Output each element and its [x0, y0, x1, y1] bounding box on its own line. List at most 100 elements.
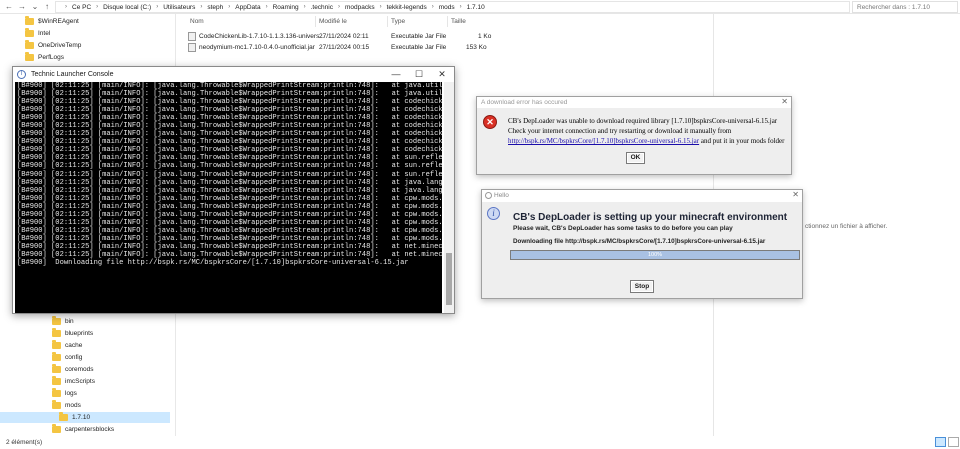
console-line: [B#900] [02:11:25] [main/INFO]: [java.la…: [17, 138, 442, 147]
breadcrumb-item[interactable]: tekkit-legends: [387, 4, 427, 11]
breadcrumb-item[interactable]: Ce PC: [72, 4, 91, 11]
file-row[interactable]: CodeChickenLib-1.7.10-1.1.3.136-univers.…: [188, 31, 708, 42]
tiles-view-icon[interactable]: [948, 437, 959, 447]
breadcrumb-separator-icon: ›: [337, 4, 340, 10]
breadcrumb-item[interactable]: Roaming: [273, 4, 299, 11]
nav-folder-item[interactable]: mods: [0, 400, 170, 411]
folder-icon: [59, 412, 68, 421]
console-line: [B#900] Downloading file http://bspk.rs/…: [17, 259, 409, 268]
nav-folder-label: logs: [65, 390, 77, 397]
breadcrumb-item[interactable]: Utilisateurs: [163, 4, 195, 11]
nav-folder-label: mods: [65, 402, 81, 409]
deploader-progress-dialog: Hello ✕ i CB's DepLoader is setting up y…: [481, 189, 803, 299]
console-output[interactable]: [B#900] [02:11:25] [main/INFO]: [java.la…: [15, 82, 442, 313]
nav-folder-label: OneDriveTemp: [38, 42, 82, 49]
folder-icon: [52, 424, 61, 433]
column-header-row: Nom Modifié le Type Taille: [188, 16, 708, 28]
file-modified: 27/11/2024 02:11: [319, 33, 369, 40]
breadcrumb-separator-icon: ›: [379, 4, 382, 10]
ok-button[interactable]: OK: [626, 152, 645, 164]
breadcrumb-item[interactable]: steph: [207, 4, 223, 11]
file-size: 1 Ko: [478, 33, 492, 40]
folder-icon: [52, 352, 61, 361]
error-message-line: CB's DepLoader was unable to download re…: [508, 117, 778, 125]
search-input[interactable]: Rechercher dans : 1.7.10: [852, 1, 958, 13]
nav-folder-item[interactable]: Intel: [0, 28, 170, 39]
nav-folder-label: imcScripts: [65, 378, 95, 385]
nav-folder-item[interactable]: OneDriveTemp: [0, 40, 170, 51]
nav-folder-item[interactable]: PerfLogs: [0, 52, 170, 63]
console-line: [B#900] [02:11:25] [main/INFO]: [java.la…: [17, 186, 442, 195]
dialog-title[interactable]: A download error has occured: [477, 97, 791, 108]
dialog-heading: CB's DepLoader is setting up your minecr…: [513, 212, 788, 223]
forward-arrow-icon[interactable]: →: [17, 1, 27, 12]
nav-folder-item[interactable]: 1.7.10: [0, 412, 170, 423]
nav-folder-item[interactable]: carpentersblocks: [0, 424, 170, 435]
nav-folder-item[interactable]: logs: [0, 388, 170, 399]
folder-icon: [52, 376, 61, 385]
nav-folder-item[interactable]: imcScripts: [0, 376, 170, 387]
breadcrumb-item[interactable]: mods: [439, 4, 455, 11]
minimize-button[interactable]: —: [385, 67, 407, 82]
column-type[interactable]: Type: [391, 18, 405, 25]
back-arrow-icon[interactable]: ←: [4, 1, 14, 12]
nav-folder-item[interactable]: cache: [0, 340, 170, 351]
nav-folder-item[interactable]: bin: [0, 316, 170, 327]
breadcrumb-separator-icon: ›: [96, 4, 99, 10]
technic-logo-icon: T: [17, 70, 26, 79]
maximize-button[interactable]: ☐: [408, 67, 430, 82]
nav-folder-label: config: [65, 354, 83, 361]
folder-icon: [52, 328, 61, 337]
console-line: [B#900] [02:11:25] [main/INFO]: [java.la…: [17, 234, 442, 243]
breadcrumb-separator-icon: ›: [156, 4, 159, 10]
breadcrumb-item[interactable]: modpacks: [345, 4, 375, 11]
breadcrumb-separator-icon: ›: [431, 4, 434, 10]
progress-bar: 100%: [510, 250, 800, 260]
file-type: Executable Jar File: [391, 33, 447, 40]
console-line: [B#900] [02:11:25] [main/INFO]: [java.la…: [17, 178, 442, 187]
breadcrumb-item[interactable]: Disque local (C:): [103, 4, 151, 11]
file-name: CodeChickenLib-1.7.10-1.1.3.136-univers.…: [199, 33, 325, 40]
breadcrumb-item[interactable]: 1.7.10: [467, 4, 485, 11]
manual-download-link[interactable]: http://bspk.rs/MC/bspkrsCore/[1.7.10]bsp…: [508, 137, 699, 145]
stop-button[interactable]: Stop: [630, 280, 654, 293]
console-line: [B#900] [02:11:25] [main/INFO]: [java.la…: [17, 194, 442, 203]
close-icon[interactable]: ✕: [781, 97, 788, 106]
dialog-title[interactable]: Hello: [482, 190, 802, 202]
recent-locations-icon[interactable]: ⌄: [30, 1, 40, 12]
console-line: [B#900] [02:11:25] [main/INFO]: [java.la…: [17, 82, 442, 90]
error-message-line: http://bspk.rs/MC/bspkrsCore/[1.7.10]bsp…: [508, 137, 784, 145]
nav-folder-item[interactable]: coremods: [0, 364, 170, 375]
breadcrumb[interactable]: › Ce PC › Disque local (C:) › Utilisateurs › st…: [55, 1, 850, 13]
console-line: [B#900] [02:11:25] [main/INFO]: [java.la…: [17, 114, 442, 123]
breadcrumb-item[interactable]: AppData: [235, 4, 260, 11]
column-modified[interactable]: Modifié le: [319, 18, 347, 25]
console-line: [B#900] [02:11:25] [main/INFO]: [java.la…: [17, 90, 442, 99]
breadcrumb-item[interactable]: .technic: [311, 4, 333, 11]
folder-icon: [25, 52, 34, 61]
nav-folder-item[interactable]: $WinREAgent: [0, 16, 170, 27]
close-button[interactable]: ✕: [431, 67, 453, 82]
file-row[interactable]: neodymium-mc1.7.10-0.4.0-unofficial.jar …: [188, 42, 708, 53]
file-name: neodymium-mc1.7.10-0.4.0-unofficial.jar: [199, 44, 315, 51]
console-line: [B#900] [02:11:25] [main/INFO]: [java.la…: [17, 162, 442, 171]
error-message-line: Check your internet connection and try r…: [508, 127, 732, 135]
column-name[interactable]: Nom: [190, 18, 204, 25]
nav-folder-label: bin: [65, 318, 74, 325]
console-line: [B#900] [02:11:25] [main/INFO]: [java.la…: [17, 218, 442, 227]
breadcrumb-separator-icon: ›: [459, 4, 462, 10]
nav-folder-item[interactable]: config: [0, 352, 170, 363]
close-icon[interactable]: ✕: [792, 190, 799, 199]
console-line: [B#900] [02:11:25] [main/INFO]: [java.la…: [17, 202, 442, 211]
error-message-suffix: and put it in your mods folder: [699, 137, 785, 145]
up-arrow-icon[interactable]: ↑: [42, 1, 52, 12]
nav-folder-item[interactable]: blueprints: [0, 328, 170, 339]
column-size[interactable]: Taille: [451, 18, 466, 25]
java-window-icon: [485, 192, 492, 199]
details-pane-message: ctionnez un fichier à afficher.: [805, 223, 888, 230]
breadcrumb-separator-icon: ›: [303, 4, 306, 10]
console-scroll-thumb[interactable]: [446, 253, 452, 305]
info-icon: i: [487, 207, 500, 220]
nav-folder-label: Intel: [38, 30, 51, 37]
details-view-icon[interactable]: [935, 437, 946, 447]
